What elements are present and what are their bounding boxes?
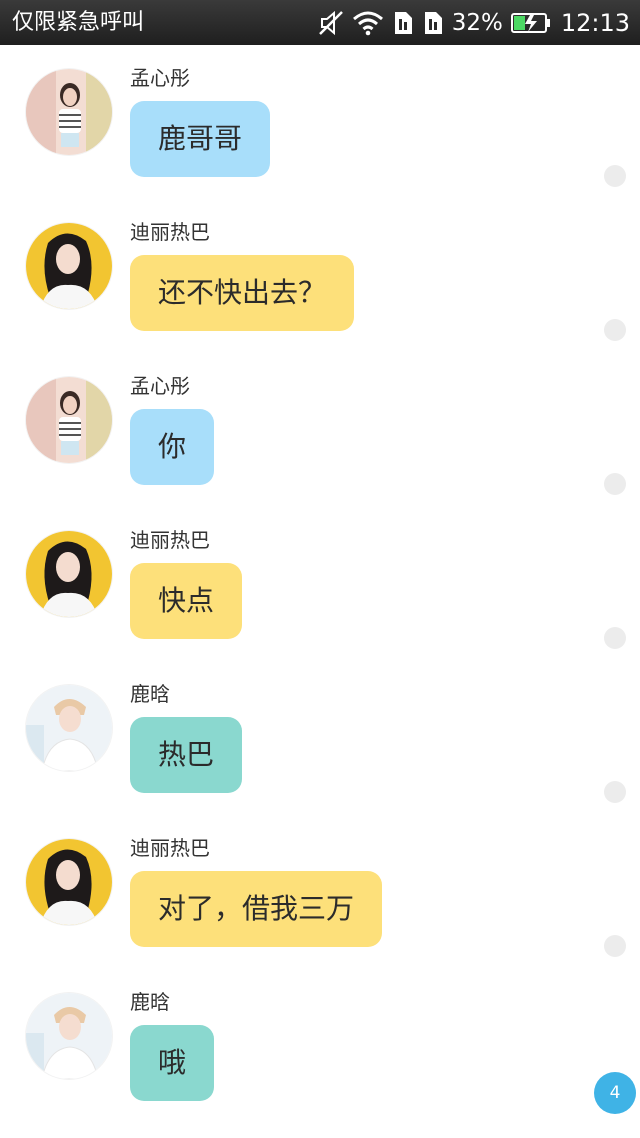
avatar-dilireba[interactable] <box>26 839 112 925</box>
sender-name: 鹿晗 <box>130 990 170 1014</box>
message-row: 迪丽热巴 对了，借我三万 <box>0 815 640 969</box>
read-status-dot <box>604 473 626 495</box>
sender-name: 迪丽热巴 <box>130 528 210 552</box>
read-status-dot <box>604 781 626 803</box>
message-row: 鹿晗 哦 <box>0 969 640 1123</box>
read-status-dot <box>604 935 626 957</box>
read-status-dot <box>604 627 626 649</box>
battery-percent: 32% <box>451 10 503 36</box>
sender-name: 孟心彤 <box>130 374 190 398</box>
sim-icon <box>422 10 444 36</box>
sender-name: 鹿晗 <box>130 682 170 706</box>
carrier-text: 仅限紧急呼叫 <box>12 10 145 35</box>
read-status-dot <box>604 319 626 341</box>
mute-icon <box>318 10 344 36</box>
sim-icon <box>392 10 414 36</box>
message-row: 迪丽热巴 还不快出去？ <box>0 199 640 353</box>
message-row: 迪丽热巴 快点 <box>0 507 640 661</box>
message-bubble[interactable]: 哦 <box>130 1025 215 1101</box>
avatar-luhan[interactable] <box>26 993 112 1079</box>
sender-name: 迪丽热巴 <box>130 220 210 244</box>
message-row: 鹿晗 热巴 <box>0 661 640 815</box>
chat-list[interactable]: 孟心彤 鹿哥哥 迪丽热巴 还不快出去？ 孟心彤 你 迪丽热巴 快点 鹿晗 热巴 … <box>0 45 640 1138</box>
message-bubble[interactable]: 你 <box>130 409 215 485</box>
avatar-mengxintong[interactable] <box>26 377 112 463</box>
battery-charging-icon <box>510 11 551 35</box>
unread-count-badge[interactable]: 4 <box>594 1072 636 1114</box>
status-icons: 32% 12:13 <box>310 6 630 40</box>
clock: 12:13 <box>560 9 630 37</box>
avatar-mengxintong[interactable] <box>26 69 112 155</box>
message-bubble[interactable]: 对了，借我三万 <box>130 871 383 947</box>
avatar-luhan[interactable] <box>26 685 112 771</box>
sender-name: 孟心彤 <box>130 66 190 90</box>
sender-name: 迪丽热巴 <box>130 836 210 860</box>
avatar-dilireba[interactable] <box>26 223 112 309</box>
message-bubble[interactable]: 热巴 <box>130 717 243 793</box>
avatar-dilireba[interactable] <box>26 531 112 617</box>
wifi-icon <box>352 10 384 36</box>
status-bar: 仅限紧急呼叫 32% 12:13 <box>0 0 640 45</box>
read-status-dot <box>604 165 626 187</box>
message-row: 孟心彤 鹿哥哥 <box>0 45 640 199</box>
message-bubble[interactable]: 快点 <box>130 563 243 639</box>
message-row: 孟心彤 你 <box>0 353 640 507</box>
message-bubble[interactable]: 还不快出去？ <box>130 255 355 331</box>
message-bubble[interactable]: 鹿哥哥 <box>130 101 271 177</box>
